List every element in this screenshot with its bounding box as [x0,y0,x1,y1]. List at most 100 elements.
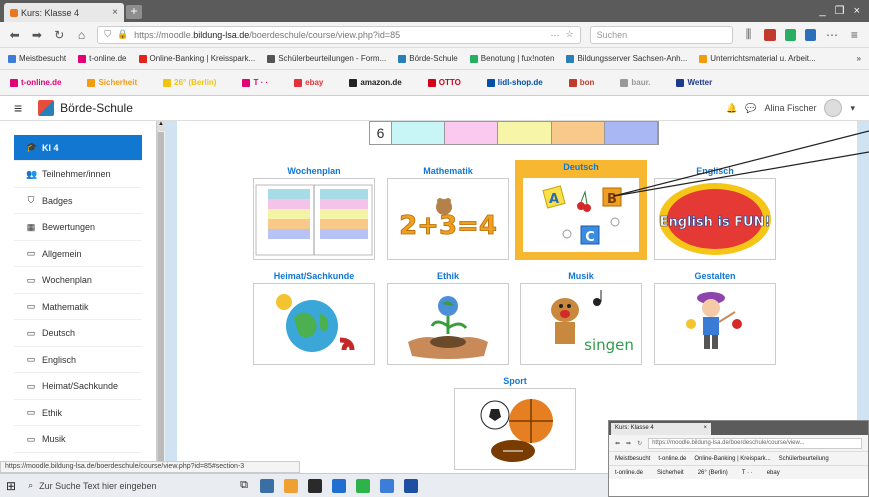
sidebar-scroll-thumb[interactable] [158,132,164,462]
sidebar-item-deutsch[interactable]: ▭ Deutsch [14,321,142,347]
card-label[interactable]: Sport [454,374,576,388]
card-label[interactable]: Deutsch [519,160,643,174]
mini-reload-icon[interactable]: ↻ [637,440,642,447]
card-mathematik[interactable]: Mathematik 2+3=4 [387,164,509,260]
extension-link[interactable]: Wetter [676,78,712,87]
mini-extension-item[interactable]: ebay [767,470,780,476]
card-label[interactable]: Wochenplan [253,164,375,178]
school-logo[interactable] [38,100,55,116]
bookmark-item[interactable]: Benotung | fux!noten [469,54,554,63]
bookmarks-overflow-icon[interactable]: » [857,54,861,63]
card-label[interactable]: Musik [520,269,642,283]
extension-icon[interactable] [805,28,817,41]
mini-extension-item[interactable]: Sicherheit [657,470,684,476]
forward-icon[interactable]: ➡ [30,28,43,42]
taskbar-app-icon[interactable] [379,478,394,493]
taskbar-app-icon[interactable] [355,478,370,493]
extension-link[interactable]: Sicherheit [87,78,137,87]
mini-bookmark-item[interactable]: Schülerbeurteilung [779,456,829,462]
musik-image[interactable]: singen [520,283,642,365]
card-sport[interactable]: Sport [454,374,576,470]
mini-bookmark-item[interactable]: Meistbesucht [615,456,650,462]
card-gestalten[interactable]: Gestalten [654,269,776,365]
new-tab-button[interactable]: + [126,5,142,19]
bookmark-item[interactable]: Börde-Schule [398,54,458,63]
page-actions-icon[interactable]: ··· [551,30,560,40]
ethik-image[interactable] [387,283,509,365]
reload-icon[interactable]: ↻ [53,28,66,42]
sidebar-item-mathematik[interactable]: ▭ Mathematik [14,294,142,320]
card-deutsch[interactable]: Deutsch A B C [515,160,647,260]
taskbar-app-icon[interactable] [307,478,322,493]
mini-extension-item[interactable]: 26° (Berlin) [698,470,728,476]
mini-tab[interactable]: Kurs: Klasse 4 × [611,423,711,435]
sidebar-item-kl-4[interactable]: 🎓 Kl 4 [14,135,142,161]
search-input[interactable]: Suchen [589,25,733,44]
extension-link[interactable]: baur. [620,78,650,87]
bookmark-item[interactable]: Meistbesucht [8,54,66,63]
bookmark-item[interactable]: Online-Banking | Kreisspark... [138,54,255,63]
message-icon[interactable]: 💬 [745,103,756,114]
bookmark-item[interactable]: Schülerbeurteilungen - Form... [267,54,386,63]
sidebar-item-bewertungen[interactable]: ▦ Bewertungen [14,215,142,241]
library-icon[interactable]: ⫼ [742,27,755,42]
chevron-down-icon[interactable]: ▾ [850,103,855,114]
home-icon[interactable]: ⌂ [75,28,88,42]
sidebar-item-teilnehmer-innen[interactable]: 👥 Teilnehmer/innen [14,162,142,188]
extension-link[interactable]: ebay [294,78,323,87]
mathematik-image[interactable]: 2+3=4 [387,178,509,260]
taskbar-app-icon[interactable] [283,478,298,493]
overflow-menu-icon[interactable]: ⋯ [825,28,838,42]
mini-back-icon[interactable]: ⬅ [615,440,620,447]
shield-icon[interactable]: ⛉ [104,29,111,40]
mini-tab-close-icon[interactable]: × [703,425,707,433]
gestalten-image[interactable] [654,283,776,365]
mini-forward-icon[interactable]: ➡ [626,440,631,447]
card-wochenplan[interactable]: Wochenplan [253,164,375,260]
site-name[interactable]: Börde-Schule [60,101,133,115]
bookmark-star-icon[interactable]: ☆ [566,29,574,40]
extension-link[interactable]: t-online.de [10,78,61,87]
extension-link[interactable]: amazon.de [349,78,402,87]
mini-extension-item[interactable]: T · · [742,470,753,476]
deutsch-image[interactable]: A B C [519,174,643,256]
taskbar-app-icon[interactable] [331,478,346,493]
taskbar-app-icon[interactable] [259,478,274,493]
sport-image[interactable] [454,388,576,470]
taskbar-search-input[interactable]: ⌕ Zur Suche Text hier eingeben [28,477,228,495]
bell-icon[interactable]: 🔔 [726,103,737,114]
mini-bookmark-item[interactable]: Online-Banking | Kreispark... [694,456,770,462]
tab-close-icon[interactable]: × [112,7,118,18]
sidebar-item-badges[interactable]: ⛉ Badges [14,188,142,214]
card-label[interactable]: Englisch [654,164,776,178]
bookmark-item[interactable]: t-online.de [78,54,127,63]
sidebar-item-musik[interactable]: ▭ Musik [14,427,142,453]
sidebar-item-heimat-sachkunde[interactable]: ▭ Heimat/Sachkunde [14,374,142,400]
mini-bookmark-item[interactable]: t-online.de [658,456,686,462]
lock-icon[interactable]: 🔒 [117,29,128,40]
drawer-toggle-icon[interactable]: ≡ [14,100,22,116]
browser-tab[interactable]: Kurs: Klasse 4 × [4,3,124,22]
card-heimat-sachkunde[interactable]: Heimat/Sachkunde [253,269,375,365]
sidebar-item-ethik[interactable]: ▭ Ethik [14,400,142,426]
extension-icon[interactable] [764,28,776,41]
windows-start-icon[interactable]: ⊞ [6,479,16,493]
wochenplan-image[interactable] [253,178,375,260]
extension-link[interactable]: OTTO [427,78,461,87]
englisch-image[interactable]: English is FUN! [654,178,776,260]
overlay-browser-window[interactable]: Kurs: Klasse 4 × ⬅ ➡ ↻ https://moodle.bil… [608,420,869,497]
scroll-up-icon[interactable]: ▲ [157,121,165,131]
extension-link[interactable]: lidl-shop.de [486,78,543,87]
user-name[interactable]: Alina Fischer [764,103,816,113]
heimat-image[interactable] [253,283,375,365]
card-ethik[interactable]: Ethik [387,269,509,365]
mini-extension-item[interactable]: t-online.de [615,470,643,476]
extension-link[interactable]: 26° (Berlin) [163,78,216,87]
card-label[interactable]: Mathematik [387,164,509,178]
sidebar-item-englisch[interactable]: ▭ Englisch [14,347,142,373]
sidebar-item-wochenplan[interactable]: ▭ Wochenplan [14,268,142,294]
window-controls[interactable]: _ ❐ × [819,4,863,17]
hamburger-menu-icon[interactable]: ≡ [848,28,861,42]
sidebar-item-allgemein[interactable]: ▭ Allgemein [14,241,142,267]
bookmark-item[interactable]: Bildungsserver Sachsen-Anh... [566,54,687,63]
